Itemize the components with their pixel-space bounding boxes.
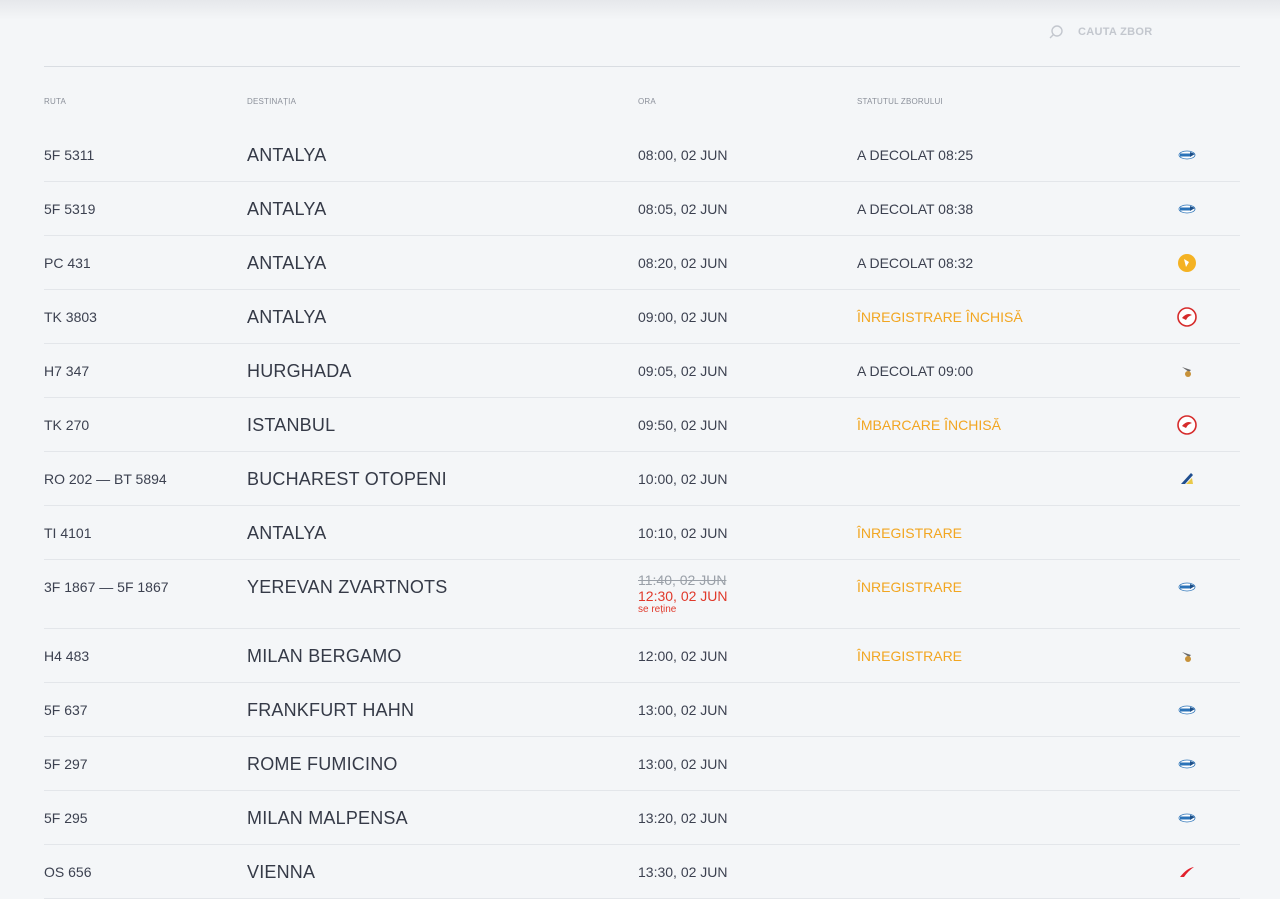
flight-route: TK 270 — [44, 417, 90, 433]
search-icon — [1048, 24, 1064, 40]
header-status: STATUTUL ZBORULUI — [857, 97, 943, 106]
table-row[interactable]: 5F 297 ROME FUMICINO 13:00, 02 JUN — [44, 737, 1240, 791]
flight-time: 08:20, 02 JUN — [638, 255, 728, 271]
flights-table: 5F 5311 ANTALYA 08:00, 02 JUN A DECOLAT 08:… — [44, 128, 1240, 899]
table-header: RUTA DESTINAȚIA ORA STATUTUL ZBORULUI — [44, 97, 1240, 111]
fly-one-logo-icon — [1177, 577, 1197, 597]
flight-time: 08:05, 02 JUN — [638, 201, 728, 217]
table-row[interactable]: H7 347 HURGHADA 09:05, 02 JUN A DECOLAT 09:… — [44, 344, 1240, 398]
flight-time: 09:05, 02 JUN — [638, 363, 728, 379]
flight-time: 09:50, 02 JUN — [638, 417, 728, 433]
flight-route: H7 347 — [44, 363, 90, 379]
table-row[interactable]: 5F 637 FRANKFURT HAHN 13:00, 02 JUN — [44, 683, 1240, 737]
flight-destination: FRANKFURT HAHN — [247, 700, 415, 720]
table-row[interactable]: PC 431 ANTALYA 08:20, 02 JUN A DECOLAT 08:3… — [44, 236, 1240, 290]
table-row[interactable]: TI 4101 ANTALYA 10:10, 02 JUN ÎNREGISTRARE — [44, 506, 1240, 560]
austrian-logo-icon — [1177, 862, 1197, 882]
flight-time: 10:10, 02 JUN — [638, 525, 728, 541]
table-row[interactable]: TK 3803 ANTALYA 09:00, 02 JUN ÎNREGISTRARE … — [44, 290, 1240, 344]
table-row[interactable]: H4 483 MILAN BERGAMO 12:00, 02 JUN ÎNREGIST… — [44, 629, 1240, 683]
flight-route: OS 656 — [44, 864, 92, 880]
turkish-airlines-logo-icon — [1177, 307, 1197, 327]
flight-route: TK 3803 — [44, 309, 97, 325]
flight-destination: HURGHADA — [247, 361, 352, 381]
flight-status: A DECOLAT 09:00 — [857, 363, 974, 379]
flight-status: A DECOLAT 08:32 — [857, 255, 974, 271]
flight-route: 5F 637 — [44, 702, 88, 718]
flight-route: 5F 5319 — [44, 201, 96, 217]
flight-route: RO 202 — BT 5894 — [44, 471, 167, 487]
flight-time: 11:40, 02 JUN 12:30, 02 JUN se reține — [638, 572, 728, 615]
flight-status: ÎMBARCARE ÎNCHISĂ — [857, 417, 1001, 433]
scheduled-time: 11:40, 02 JUN — [638, 572, 727, 588]
flight-time: 10:00, 02 JUN — [638, 471, 728, 487]
airline-icon — [1177, 523, 1197, 543]
flight-destination: ANTALYA — [247, 199, 327, 219]
flight-destination: YEREVAN ZVARTNOTS — [247, 577, 448, 597]
pegasus-logo-icon — [1177, 253, 1197, 273]
flight-route: PC 431 — [44, 255, 91, 271]
header-time: ORA — [638, 97, 656, 106]
flight-route: H4 483 — [44, 648, 90, 664]
fly-one-logo-icon — [1177, 145, 1197, 165]
flight-time: 13:00, 02 JUN — [638, 756, 728, 772]
header-destination: DESTINAȚIA — [247, 97, 297, 106]
flight-time: 13:30, 02 JUN — [638, 864, 728, 880]
hisky-logo-icon — [1177, 646, 1197, 666]
flight-time: 08:00, 02 JUN — [638, 147, 728, 163]
tarom-logo-icon — [1177, 469, 1197, 489]
table-row[interactable]: RO 202 — BT 5894 BUCHAREST OTOPENI 10:00, … — [44, 452, 1240, 506]
fly-one-logo-icon — [1177, 700, 1197, 720]
flight-destination: MILAN MALPENSA — [247, 808, 408, 828]
turkish-airlines-logo-icon — [1177, 415, 1197, 435]
top-shadow — [0, 0, 1280, 20]
flight-status: A DECOLAT 08:38 — [857, 201, 974, 217]
flight-route: 5F 5311 — [44, 147, 95, 163]
search-label[interactable]: CAUTA ZBOR — [1078, 26, 1153, 38]
flight-status: ÎNREGISTRARE — [857, 525, 963, 541]
flight-destination: BUCHAREST OTOPENI — [247, 469, 447, 489]
hisky-logo-icon — [1177, 361, 1197, 381]
flight-destination: VIENNA — [247, 862, 316, 882]
flight-destination: ANTALYA — [247, 523, 327, 543]
flight-status: ÎNREGISTRARE — [857, 648, 963, 664]
fly-one-logo-icon — [1177, 808, 1197, 828]
flight-destination: ISTANBUL — [247, 415, 336, 435]
flight-time: 12:00, 02 JUN — [638, 648, 728, 664]
flight-status: ÎNREGISTRARE ÎNCHISĂ — [857, 309, 1023, 325]
table-row[interactable]: 5F 5319 ANTALYA 08:05, 02 JUN A DECOLAT 08:… — [44, 182, 1240, 236]
flight-time: 09:00, 02 JUN — [638, 309, 728, 325]
flight-status: ÎNREGISTRARE — [857, 579, 963, 595]
divider — [44, 66, 1240, 67]
flight-destination: ROME FUMICINO — [247, 754, 398, 774]
flight-destination: ANTALYA — [247, 253, 327, 273]
search-flight[interactable]: CAUTA ZBOR — [1048, 22, 1153, 42]
table-row[interactable]: 5F 295 MILAN MALPENSA 13:20, 02 JUN — [44, 791, 1240, 845]
table-row[interactable]: OS 656 VIENNA 13:30, 02 JUN — [44, 845, 1240, 899]
new-time: 12:30, 02 JUN — [638, 588, 728, 604]
flight-time: 13:00, 02 JUN — [638, 702, 728, 718]
flight-status: A DECOLAT 08:25 — [857, 147, 974, 163]
flight-route: 3F 1867 — 5F 1867 — [44, 579, 169, 595]
table-row[interactable]: 3F 1867 — 5F 1867 YEREVAN ZVARTNOTS 11:40,… — [44, 560, 1240, 629]
flight-route: 5F 295 — [44, 810, 88, 826]
delay-note: se reține — [638, 604, 677, 615]
fly-one-logo-icon — [1177, 199, 1197, 219]
flight-destination: ANTALYA — [247, 145, 327, 165]
header-route: RUTA — [44, 97, 66, 106]
fly-one-logo-icon — [1177, 754, 1197, 774]
table-row[interactable]: 5F 5311 ANTALYA 08:00, 02 JUN A DECOLAT 08:… — [44, 128, 1240, 182]
flight-route: 5F 297 — [44, 756, 88, 772]
table-row[interactable]: TK 270 ISTANBUL 09:50, 02 JUN ÎMBARCARE ÎNC… — [44, 398, 1240, 452]
flight-time: 13:20, 02 JUN — [638, 810, 728, 826]
flight-destination: MILAN BERGAMO — [247, 646, 402, 666]
flight-destination: ANTALYA — [247, 307, 327, 327]
flight-route: TI 4101 — [44, 525, 92, 541]
